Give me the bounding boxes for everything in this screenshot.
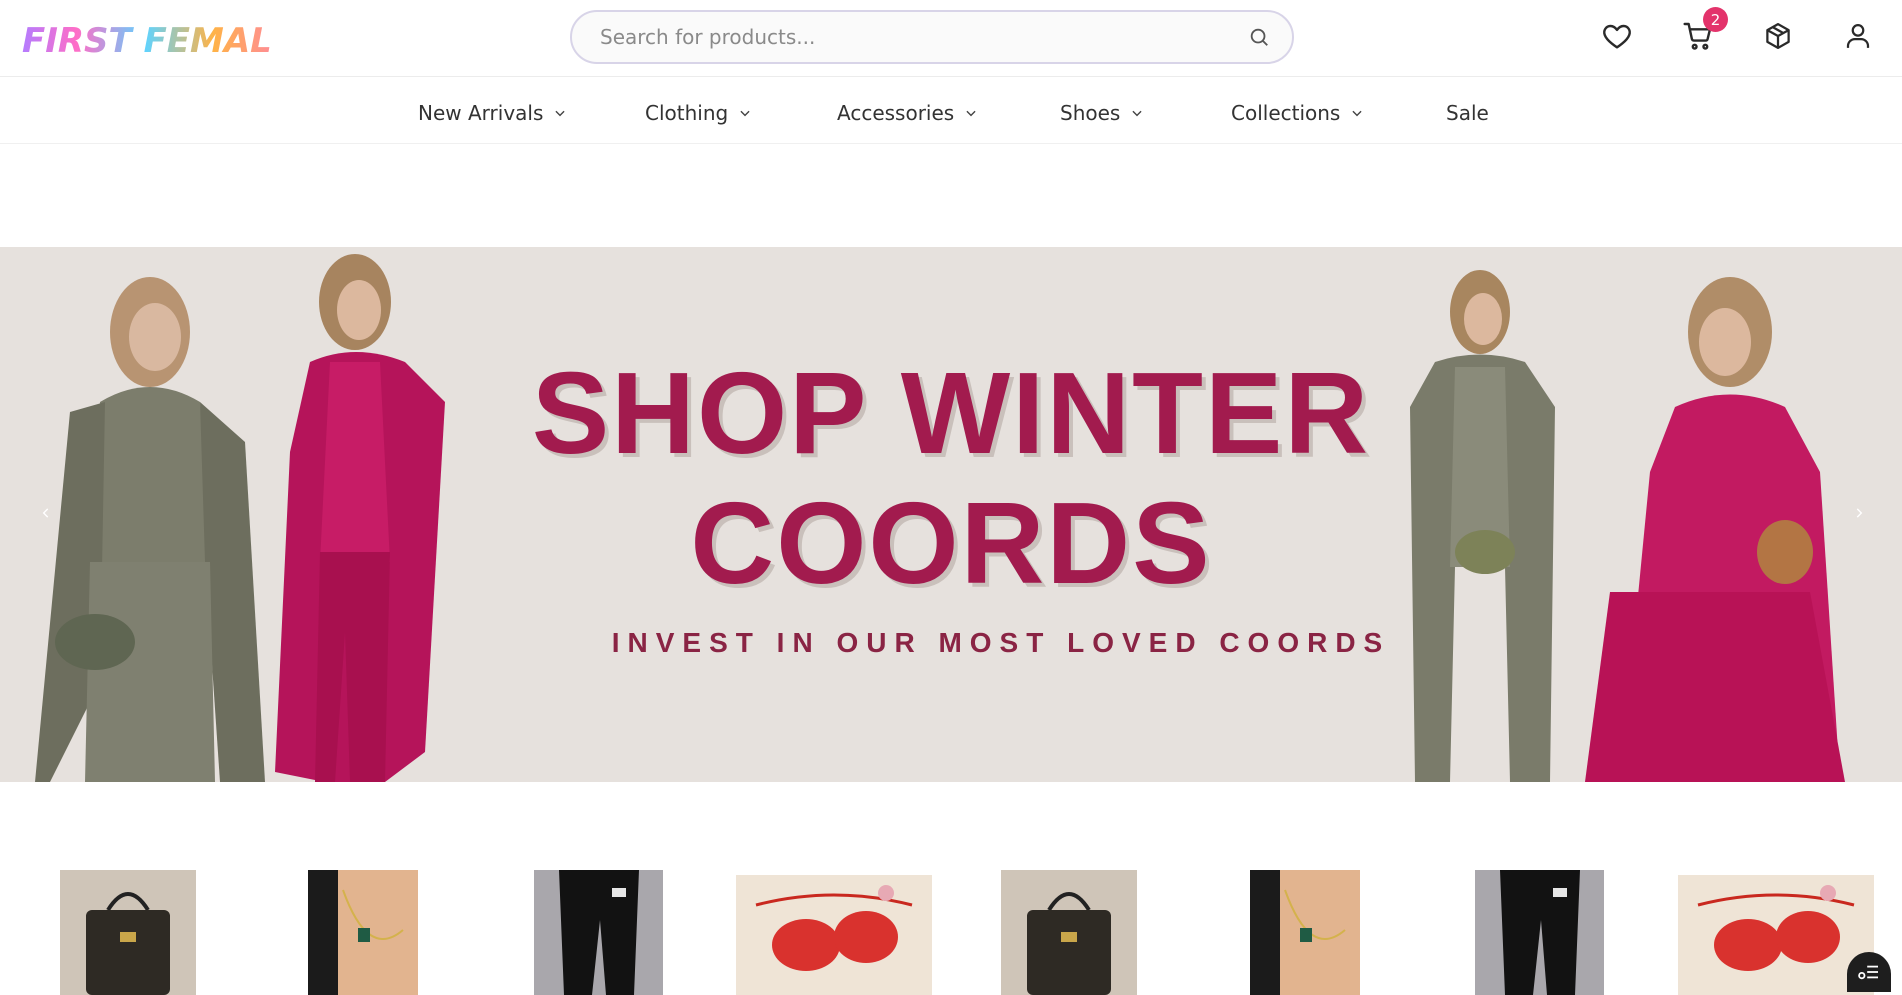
search-input[interactable] bbox=[600, 12, 1220, 62]
nav-item-label: New Arrivals bbox=[418, 101, 544, 125]
product-thumb-handbag[interactable] bbox=[60, 870, 196, 995]
model-figure-olive-right bbox=[1410, 270, 1555, 782]
account-button[interactable] bbox=[1840, 18, 1876, 54]
logo-text: FIRST FEMALE bbox=[22, 21, 272, 60]
search-icon[interactable] bbox=[1248, 26, 1272, 50]
carousel-next-button[interactable] bbox=[1849, 501, 1869, 525]
hero-banner[interactable]: SHOP WINTER COORDS INVEST IN OUR MOST LO… bbox=[0, 247, 1902, 782]
wishlist-button[interactable] bbox=[1599, 18, 1635, 54]
product-carousel bbox=[0, 862, 1902, 995]
list-filter-icon bbox=[1858, 965, 1878, 980]
model-figure-magenta-right bbox=[1585, 277, 1845, 782]
nav-item-new-arrivals[interactable]: New Arrivals bbox=[418, 98, 567, 128]
site-logo[interactable]: FIRST FEMALE bbox=[22, 18, 295, 61]
nav-item-label: Accessories bbox=[837, 101, 955, 125]
cart-count-badge: 2 bbox=[1703, 7, 1728, 32]
chevron-down-icon bbox=[1132, 110, 1142, 117]
product-thumb-handbag[interactable] bbox=[1001, 870, 1137, 995]
product-thumb-leggings[interactable] bbox=[534, 870, 663, 995]
nav-item-label: Shoes bbox=[1060, 101, 1121, 125]
chevron-left-icon bbox=[42, 508, 49, 518]
nav-item-collections[interactable]: Collections bbox=[1231, 98, 1364, 128]
floating-menu-button[interactable] bbox=[1847, 952, 1891, 992]
user-icon bbox=[1846, 24, 1870, 48]
site-header: FIRST FEMALE 2 bbox=[0, 0, 1902, 77]
chevron-down-icon bbox=[740, 110, 750, 117]
product-thumb-lingerie[interactable] bbox=[736, 875, 932, 995]
nav-item-shoes[interactable]: Shoes bbox=[1060, 98, 1144, 128]
orders-button[interactable] bbox=[1760, 18, 1796, 54]
chevron-down-icon bbox=[555, 110, 565, 117]
product-thumb-necklace[interactable] bbox=[1250, 870, 1360, 995]
heart-icon bbox=[1603, 24, 1631, 49]
product-thumb-necklace[interactable] bbox=[308, 870, 418, 995]
chevron-down-icon bbox=[1352, 110, 1362, 117]
nav-item-label: Clothing bbox=[645, 101, 729, 125]
search-bar bbox=[570, 10, 1294, 64]
nav-item-accessories[interactable]: Accessories bbox=[837, 98, 978, 128]
nav-item-sale[interactable]: Sale bbox=[1446, 98, 1489, 128]
nav-item-clothing[interactable]: Clothing bbox=[645, 98, 752, 128]
carousel-prev-button[interactable] bbox=[36, 501, 56, 525]
nav-item-label: Sale bbox=[1446, 101, 1489, 125]
nav-item-label: Collections bbox=[1231, 101, 1341, 125]
product-thumb-lingerie[interactable] bbox=[1678, 875, 1874, 995]
chevron-down-icon bbox=[966, 110, 976, 117]
product-thumb-leggings[interactable] bbox=[1475, 870, 1604, 995]
main-navigation: New Arrivals Clothing Accessories Shoes … bbox=[0, 78, 1902, 144]
chevron-right-icon bbox=[1856, 508, 1863, 518]
package-icon bbox=[1766, 23, 1790, 49]
